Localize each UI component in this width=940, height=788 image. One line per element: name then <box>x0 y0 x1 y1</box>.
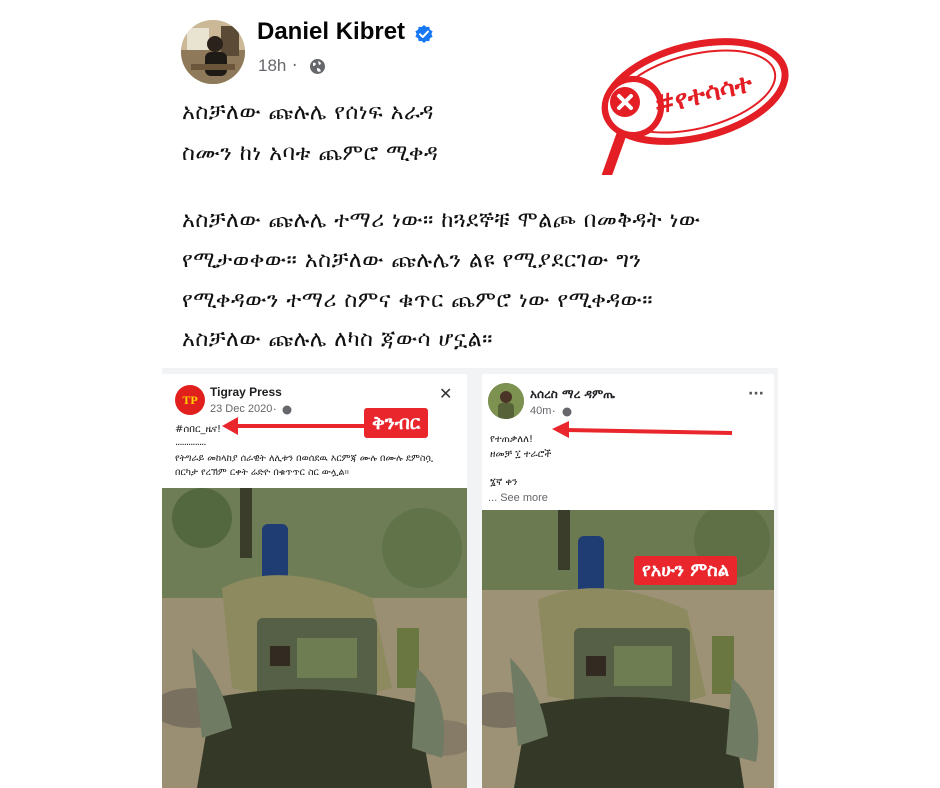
author-avatar[interactable] <box>181 20 245 84</box>
page-name[interactable]: አሰረስ ማረ ዳምጤ <box>530 387 615 402</box>
post-body: የትግራይ መከላከያ ሰራዊት ለሊቱን በወሰደዉ እርምጃ ሙሉ በሙሉ … <box>175 453 433 478</box>
current-photo-label: የአሁን ምስል <box>634 556 738 585</box>
false-claim-stamp: #የተሳሳተ <box>585 25 795 181</box>
post-line-2: ዘመቻ ፲ ተራሮች <box>490 449 552 460</box>
comparison-screenshot: TP Tigray Press 23 Dec 2020 · ✕ #ሰበር_ዜና!… <box>162 368 778 788</box>
red-arrow-icon <box>222 417 367 435</box>
hashtag[interactable]: #ሰበር_ዜና! <box>175 424 221 435</box>
time-separator: · <box>292 56 298 76</box>
tigray-press-post: TP Tigray Press 23 Dec 2020 · ✕ #ሰበር_ዜና!… <box>162 374 467 788</box>
author-name[interactable]: Daniel Kibret <box>257 18 405 46</box>
dots: .............. <box>175 437 207 448</box>
post-text-line-5: የሚቀዳውን ተማሪ ስምና ቁጥር ጨምሮ ነው የሚቀዳው። <box>182 288 654 313</box>
magnifier-stamp-icon: #የተሳሳተ <box>601 38 789 181</box>
see-more-link[interactable]: ... See more <box>488 492 548 504</box>
post-line-3: ፮ኛ ቀን <box>490 477 518 488</box>
globe-icon <box>309 58 326 75</box>
post-text-line-1: አስቻለው ጩሉሌ የሰነፍ አራዳ <box>182 100 434 125</box>
post-photo-left <box>162 488 467 788</box>
verified-badge-icon <box>414 24 434 44</box>
edited-label: ቅንብር <box>364 408 429 438</box>
post-text-line-3: አስቻለው ጩሉሌ ተማሪ ነው። ከጓደኞቹ ሞልጮ በመቅዳት ነው <box>182 208 701 233</box>
post-text-line-4: የሚታወቀው። አስቻለው ጩሉሌን ልዩ የሚያደርገው ግን <box>182 248 642 273</box>
post-time[interactable]: 18h <box>258 56 286 76</box>
author-avatar-small[interactable] <box>488 383 524 419</box>
close-icon[interactable]: ✕ <box>439 384 452 403</box>
post-text-line-6: አስቻለው ጩሉሌ ለካስ ጃውሳ ሆኗል። <box>182 327 493 352</box>
more-options-icon[interactable]: ··· <box>748 386 764 402</box>
page-name[interactable]: Tigray Press <box>210 385 282 399</box>
post-line-1: የተጠቃለለ! <box>490 434 533 445</box>
post-text-line-2: ስሙን ከነ አባቱ ጨምሮ ሚቀዳ <box>182 141 439 166</box>
red-arrow-icon <box>552 421 732 438</box>
post-time[interactable]: 40m <box>530 405 551 417</box>
tigray-press-logo[interactable]: TP <box>175 385 205 415</box>
asres-post: አሰረስ ማረ ዳምጤ 40m · ··· የተጠቃለለ! ዘመቻ ፲ ተራሮች… <box>482 374 774 788</box>
globe-icon <box>562 407 572 417</box>
x-mark-icon <box>610 87 640 117</box>
post-photo-right <box>482 510 774 788</box>
time-separator: · <box>552 405 556 418</box>
